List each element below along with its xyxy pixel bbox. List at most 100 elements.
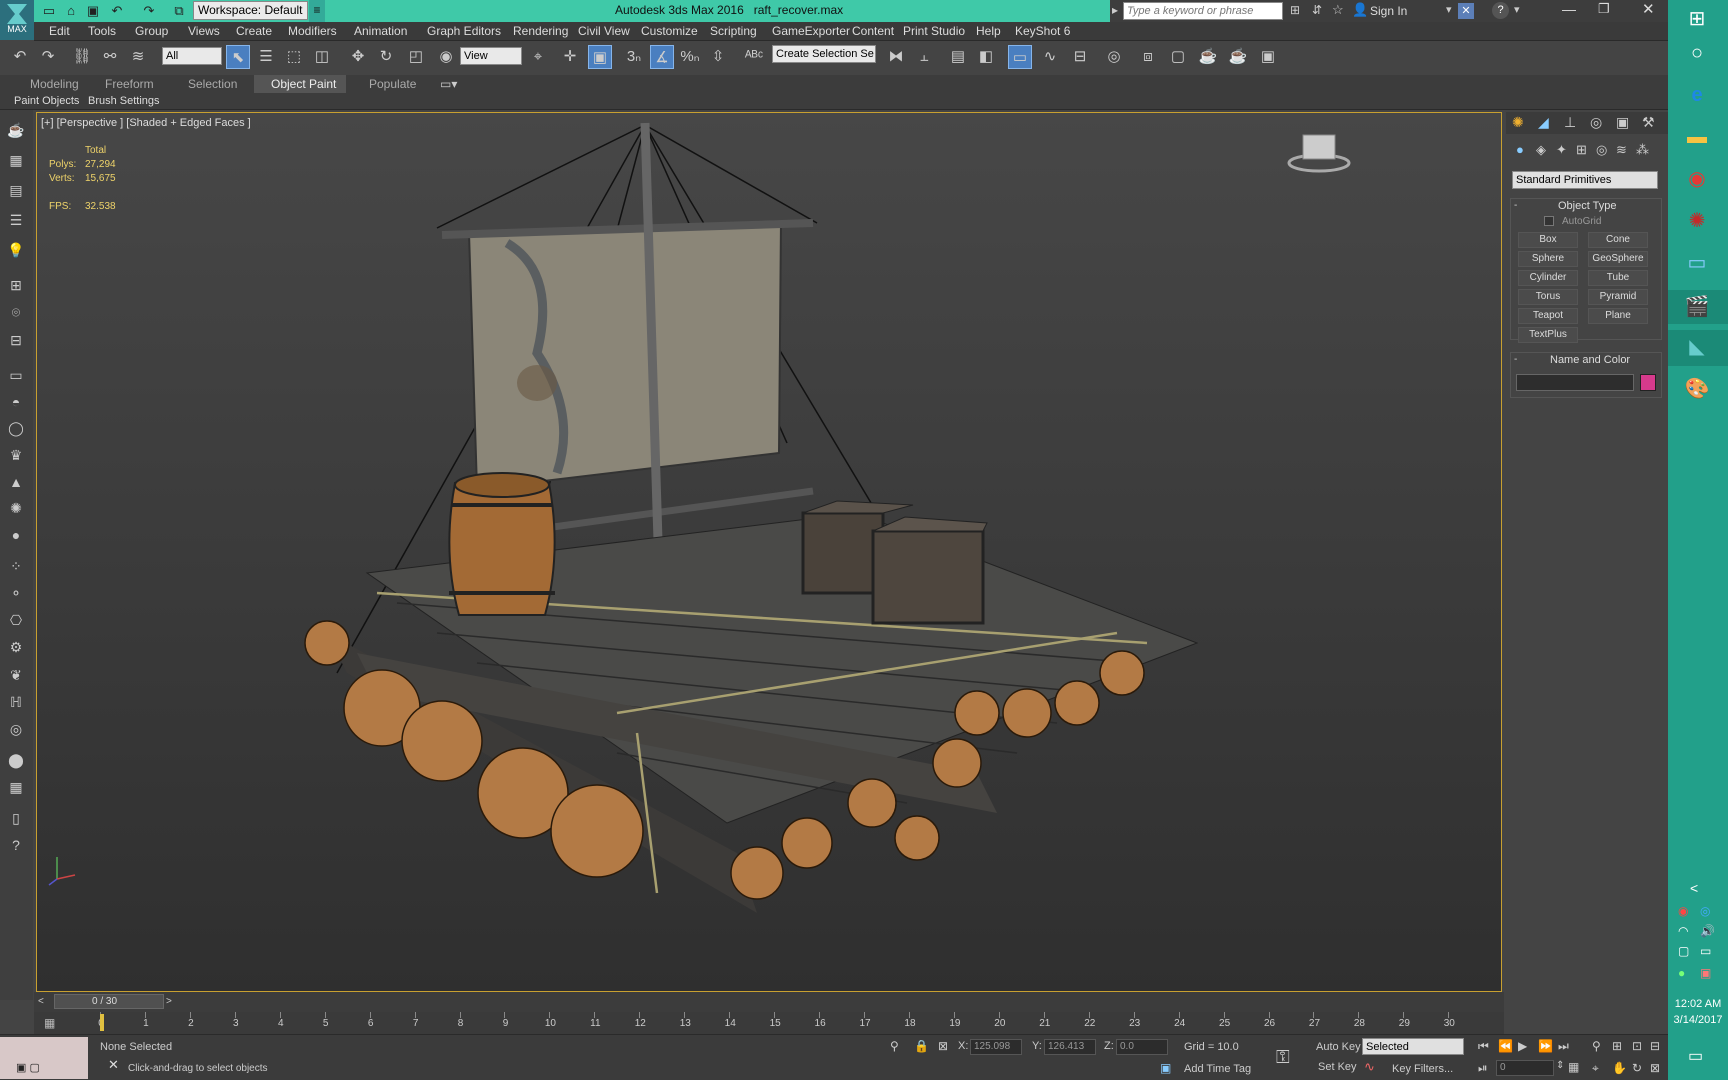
box-button[interactable]: Box <box>1518 232 1578 248</box>
move-icon[interactable]: ✥ <box>346 45 370 69</box>
shell-icon[interactable]: ◎ <box>5 719 27 739</box>
maximize-viewport-icon[interactable]: ⊠ <box>1650 1061 1660 1075</box>
collapse-icon[interactable]: - <box>1514 200 1517 211</box>
zoom-all-icon[interactable]: ⊞ <box>1612 1039 1622 1053</box>
create-tab-icon[interactable]: ✺ <box>1512 114 1524 131</box>
clock-date[interactable]: 3/14/2017 <box>1670 1014 1726 1026</box>
undo-icon[interactable]: ↶ <box>8 45 32 69</box>
mini-curve-editor-icon[interactable]: ▦ <box>44 1016 55 1030</box>
3dsmax-taskbar-icon[interactable]: ◣ <box>1684 334 1710 360</box>
binoculars-icon[interactable]: ⊞ <box>1290 3 1300 17</box>
menu-content[interactable]: Content <box>852 24 894 38</box>
device-icon[interactable]: ▯ <box>5 808 27 828</box>
pivot-center-icon[interactable]: ⌖ <box>526 45 550 69</box>
material-editor-icon[interactable]: ◎ <box>1102 45 1126 69</box>
snaps-toggle-icon[interactable]: 3ₙ <box>622 45 646 69</box>
cameras-icon[interactable]: ⊞ <box>1576 142 1587 158</box>
ribbon-options-icon[interactable]: ▭▾ <box>440 77 457 91</box>
menu-tools[interactable]: Tools <box>88 24 116 38</box>
cortana-icon[interactable]: ○ <box>1684 40 1710 66</box>
systems-icon[interactable]: ⁂ <box>1636 142 1649 158</box>
rectangular-selection-icon[interactable]: ⬚ <box>282 45 306 69</box>
help-circle-icon[interactable]: ? <box>5 835 27 855</box>
zoom-icon[interactable]: ⚲ <box>1592 1039 1601 1053</box>
hair-icon[interactable]: ℍ <box>5 692 27 712</box>
maxscript-icon[interactable]: ▣ ▢ <box>16 1061 40 1074</box>
lights-icon[interactable]: ✦ <box>1556 142 1567 158</box>
light-bulb-icon[interactable]: 💡 <box>5 240 27 260</box>
key-mode-dropdown[interactable]: Selected <box>1362 1038 1464 1055</box>
dome-icon[interactable]: ◓ <box>5 392 27 412</box>
render-in-cloud-icon[interactable]: ▣ <box>1256 45 1280 69</box>
sphere-icon[interactable]: ● <box>5 525 27 545</box>
z-coordinate-field[interactable]: 0.0 <box>1116 1039 1168 1055</box>
textplus-button[interactable]: TextPlus <box>1518 327 1578 343</box>
primitive-type-dropdown[interactable]: Standard Primitives <box>1512 171 1658 189</box>
select-manipulate-icon[interactable]: ✛ <box>558 45 582 69</box>
edit-named-selection-icon[interactable]: ᴬᴮᶜ <box>742 45 766 69</box>
menu-modifiers[interactable]: Modifiers <box>288 24 337 38</box>
pan-icon[interactable]: ✋ <box>1612 1061 1627 1075</box>
menu-customize[interactable]: Customize <box>641 24 698 38</box>
keyboard-shortcut-override-icon[interactable]: ▣ <box>588 45 612 69</box>
orbit-icon[interactable]: ↻ <box>1632 1061 1642 1075</box>
selection-filter-dropdown[interactable]: All <box>162 47 222 65</box>
set-key-button[interactable]: Set Key <box>1318 1061 1357 1073</box>
menu-print-studio[interactable]: Print Studio <box>903 24 965 38</box>
name-and-color-rollout[interactable]: Name and Color <box>1550 354 1630 366</box>
menu-views[interactable]: Views <box>188 24 220 38</box>
camera-icon[interactable]: ⊞ <box>5 275 27 295</box>
frame-counter[interactable]: 0 / 30 <box>92 996 117 1007</box>
tray-square-icon[interactable]: ▢ <box>1678 944 1689 958</box>
field-of-view-icon[interactable]: ⌖ <box>1592 1061 1599 1076</box>
sign-in-link[interactable]: Sign In <box>1370 4 1407 18</box>
scale-icon[interactable]: ◰ <box>404 45 428 69</box>
key-icon[interactable]: ⚿ <box>1276 1047 1290 1068</box>
frame-spinner-icon[interactable]: ⇕ <box>1556 1060 1564 1071</box>
tray-green-icon[interactable]: ● <box>1678 966 1685 980</box>
molecule-icon[interactable]: ⚬ <box>5 583 27 603</box>
tray-sync-icon[interactable]: ◎ <box>1700 904 1710 918</box>
play-icon[interactable]: ▶ <box>1518 1039 1527 1053</box>
zoom-extents-icon[interactable]: ⊡ <box>1632 1039 1642 1053</box>
menu-help[interactable]: Help <box>976 24 1001 38</box>
minimize-icon[interactable]: — <box>1562 1 1576 17</box>
timeline[interactable]: ▦ 01234567891011121314151617181920212223… <box>34 1012 1504 1034</box>
time-configuration-icon[interactable]: ▦ <box>1568 1060 1579 1074</box>
crown-icon[interactable]: ♛ <box>5 445 27 465</box>
red-app-icon[interactable]: ✺ <box>1684 208 1710 234</box>
grid-icon[interactable]: ▦ <box>5 150 27 170</box>
help-dropdown-icon[interactable]: ▾ <box>1514 3 1520 16</box>
plant-icon[interactable]: ❦ <box>5 665 27 685</box>
modify-tab-icon[interactable]: ◢ <box>1538 114 1549 131</box>
set-tangent-icon[interactable]: ∿ <box>1364 1059 1375 1075</box>
action-center-icon[interactable]: ▭ <box>1688 1046 1703 1066</box>
wifi-icon[interactable]: ◠ <box>1678 924 1688 938</box>
torus-button[interactable]: Torus <box>1518 289 1578 305</box>
add-time-tag[interactable]: Add Time Tag <box>1184 1063 1251 1075</box>
object-name-input[interactable] <box>1516 374 1634 391</box>
geometry-icon[interactable]: ● <box>1516 142 1524 157</box>
display-tab-icon[interactable]: ▣ <box>1616 114 1629 131</box>
paint-app-icon[interactable]: 🎨 <box>1684 376 1710 402</box>
menu-group[interactable]: Group <box>135 24 168 38</box>
select-by-name-icon[interactable]: ☰ <box>254 45 278 69</box>
particles-icon[interactable]: ⁘ <box>5 556 27 576</box>
render-iterative-icon[interactable]: ☕ <box>1226 45 1250 69</box>
slider-prev-icon[interactable]: < <box>38 996 44 1007</box>
utilities-tab-icon[interactable]: ⚒ <box>1642 114 1655 131</box>
clock-time[interactable]: 12:02 AM <box>1670 998 1726 1010</box>
cone-button[interactable]: Cone <box>1588 232 1648 248</box>
angle-snap-icon[interactable]: ∡ <box>650 45 674 69</box>
current-frame-field[interactable]: 0 <box>1496 1060 1554 1076</box>
file-explorer-icon[interactable]: ▬ <box>1684 124 1710 150</box>
tab-modeling[interactable]: Modeling <box>30 77 79 91</box>
gear-icon[interactable]: ⚙ <box>5 637 27 657</box>
tab-selection[interactable]: Selection <box>188 77 237 91</box>
rotate-icon[interactable]: ↻ <box>374 45 398 69</box>
timeline-ruler[interactable]: 0123456789101112131415161718192021222324… <box>96 1012 1496 1034</box>
geosphere-button[interactable]: GeoSphere <box>1588 251 1648 267</box>
sun-icon[interactable]: ✺ <box>5 498 27 518</box>
previous-frame-icon[interactable]: ⏪ <box>1498 1039 1513 1053</box>
schematic-view-icon[interactable]: ⊟ <box>1068 45 1092 69</box>
